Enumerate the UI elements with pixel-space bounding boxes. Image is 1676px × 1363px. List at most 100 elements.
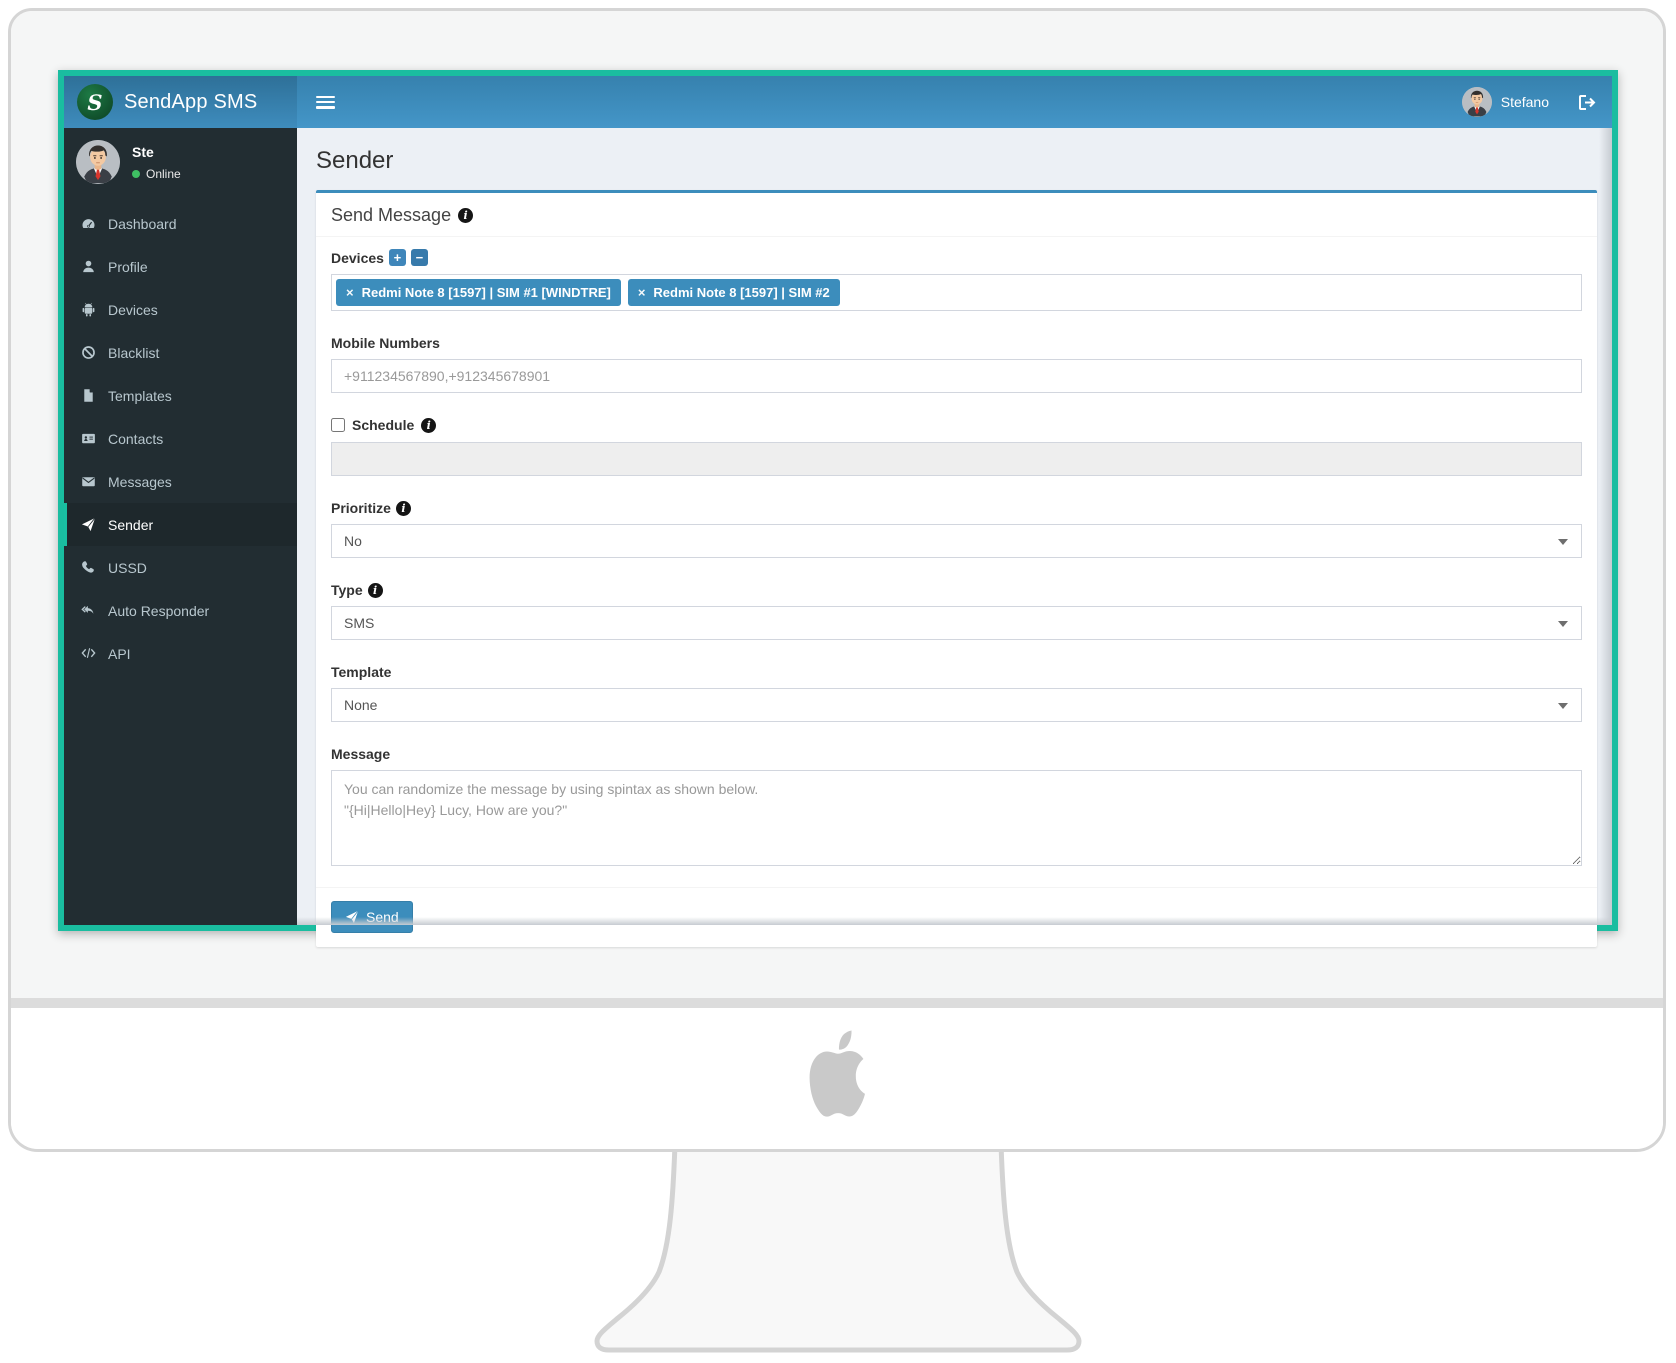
page-title: Sender <box>316 147 394 174</box>
sidebar-item-label: Templates <box>108 387 172 404</box>
online-status-icon <box>132 169 140 178</box>
info-icon[interactable]: i <box>458 208 474 223</box>
send-message-box: Send Message i Devices + − × Redmi Note … <box>316 190 1597 947</box>
avatar <box>1461 87 1492 117</box>
dashboard-icon <box>82 219 95 228</box>
message-label: Message <box>331 746 391 762</box>
sidebar-item-messages[interactable]: Messages <box>64 460 297 503</box>
info-icon[interactable]: i <box>395 500 411 516</box>
menu-icon[interactable] <box>316 95 335 109</box>
schedule-group: Schedule i <box>331 417 1582 476</box>
prioritize-label: Prioritize <box>331 500 391 516</box>
file-icon <box>84 388 94 402</box>
device-tag-label: Redmi Note 8 [1597] | SIM #2 <box>653 285 830 300</box>
schedule-label: Schedule <box>352 417 415 433</box>
prioritize-select[interactable]: No <box>331 524 1582 558</box>
app-logo-icon: S <box>77 84 113 120</box>
device-tag: × Redmi Note 8 [1597] | SIM #1 [WINDTRE] <box>336 279 621 306</box>
sidebar-item-label: Devices <box>108 301 158 318</box>
sign-out-icon[interactable] <box>1578 94 1597 111</box>
sidebar-item-label: Blacklist <box>108 344 160 361</box>
devices-label: Devices <box>331 249 384 266</box>
message-textarea[interactable] <box>331 770 1582 866</box>
envelope-icon <box>82 477 95 487</box>
template-group: Template None <box>331 664 1582 722</box>
paper-plane-icon <box>81 517 96 532</box>
mobile-numbers-input[interactable] <box>331 359 1582 393</box>
box-header: Send Message i <box>316 193 1597 237</box>
type-select[interactable]: SMS <box>331 606 1582 640</box>
info-icon[interactable]: i <box>421 417 437 433</box>
schedule-checkbox[interactable] <box>331 418 345 432</box>
template-select[interactable]: None <box>331 688 1582 722</box>
sidebar-item-label: Contacts <box>108 430 164 447</box>
sidebar-item-ussd[interactable]: USSD <box>64 546 297 589</box>
address-card-icon <box>82 433 95 444</box>
sidebar-item-label: USSD <box>108 559 147 576</box>
message-group: Message <box>331 746 1582 871</box>
monitor-chin <box>11 1008 1663 1149</box>
sidebar-item-profile[interactable]: Profile <box>64 245 297 288</box>
online-status-label: Online <box>146 166 181 181</box>
caret-down-icon <box>1558 539 1568 545</box>
sidebar-item-label: API <box>108 645 131 662</box>
box-body: Devices + − × Redmi Note 8 [1597] | SIM … <box>316 237 1597 887</box>
caret-down-icon <box>1558 703 1568 709</box>
user-icon <box>83 260 94 273</box>
sidebar-item-devices[interactable]: Devices <box>64 288 297 331</box>
mobile-numbers-group: Mobile Numbers <box>331 335 1582 393</box>
sidebar-item-sender[interactable]: Sender <box>64 503 297 546</box>
android-icon <box>82 302 95 317</box>
top-navbar: Stefano <box>297 76 1612 128</box>
caret-down-icon <box>1558 621 1568 627</box>
box-title: Send Message <box>331 205 452 225</box>
sidebar-item-label: Sender <box>108 516 154 533</box>
sidebar-item-templates[interactable]: Templates <box>64 374 297 417</box>
paper-plane-icon <box>345 910 359 924</box>
sidebar-item-label: Messages <box>108 473 172 490</box>
sidebar-item-dashboard[interactable]: Dashboard <box>64 202 297 245</box>
app-logo[interactable]: S SendApp SMS <box>64 76 297 128</box>
sidebar: Ste Online Dashboard Profile Devices Bla… <box>64 128 297 925</box>
apple-logo-icon <box>809 1030 865 1117</box>
sidebar-item-label: Profile <box>108 258 148 275</box>
monitor-stand <box>594 1144 1082 1353</box>
sidebar-item-label: Auto Responder <box>108 602 210 619</box>
remove-tag-icon[interactable]: × <box>638 285 646 300</box>
navbar-username: Stefano <box>1500 94 1549 110</box>
sidebar-user-name: Ste <box>132 143 154 160</box>
template-label: Template <box>331 664 392 680</box>
device-tag-label: Redmi Note 8 [1597] | SIM #1 [WINDTRE] <box>361 285 611 300</box>
box-footer: Send <box>316 887 1597 947</box>
bezel-divider <box>11 998 1663 1008</box>
mobile-numbers-label: Mobile Numbers <box>331 335 440 351</box>
deselect-all-devices-button[interactable]: − <box>410 249 428 266</box>
send-button-label: Send <box>366 909 399 925</box>
sidebar-item-contacts[interactable]: Contacts <box>64 417 297 460</box>
navbar-user-menu[interactable]: Stefano <box>1461 87 1612 117</box>
select-all-devices-button[interactable]: + <box>388 249 406 266</box>
content-area: Sender Send Message i Devices + − × Redm… <box>297 128 1612 947</box>
app-title: SendApp SMS <box>124 90 258 113</box>
sidebar-item-label: Dashboard <box>108 215 177 232</box>
sidebar-menu: Dashboard Profile Devices Blacklist Temp… <box>64 202 297 675</box>
remove-tag-icon[interactable]: × <box>346 285 354 300</box>
info-icon[interactable]: i <box>367 582 383 598</box>
schedule-datetime-input[interactable] <box>331 442 1582 476</box>
type-group: Type i SMS <box>331 582 1582 640</box>
sidebar-user-panel: Ste Online <box>64 128 297 196</box>
app-window: S SendApp SMS Stefano Ste Online Dashboa… <box>58 70 1618 947</box>
ban-icon <box>82 346 95 359</box>
prioritize-group: Prioritize i No <box>331 500 1582 558</box>
send-button[interactable]: Send <box>331 901 413 933</box>
avatar <box>76 140 120 184</box>
sidebar-item-api[interactable]: API <box>64 632 297 675</box>
sidebar-item-blacklist[interactable]: Blacklist <box>64 331 297 374</box>
sidebar-user-status[interactable]: Online <box>132 167 181 181</box>
device-tag: × Redmi Note 8 [1597] | SIM #2 <box>627 279 840 306</box>
reply-all-icon <box>81 605 94 614</box>
sidebar-item-auto-responder[interactable]: Auto Responder <box>64 589 297 632</box>
type-value: SMS <box>344 615 375 631</box>
devices-multiselect[interactable]: × Redmi Note 8 [1597] | SIM #1 [WINDTRE]… <box>331 274 1582 311</box>
prioritize-value: No <box>344 533 362 549</box>
